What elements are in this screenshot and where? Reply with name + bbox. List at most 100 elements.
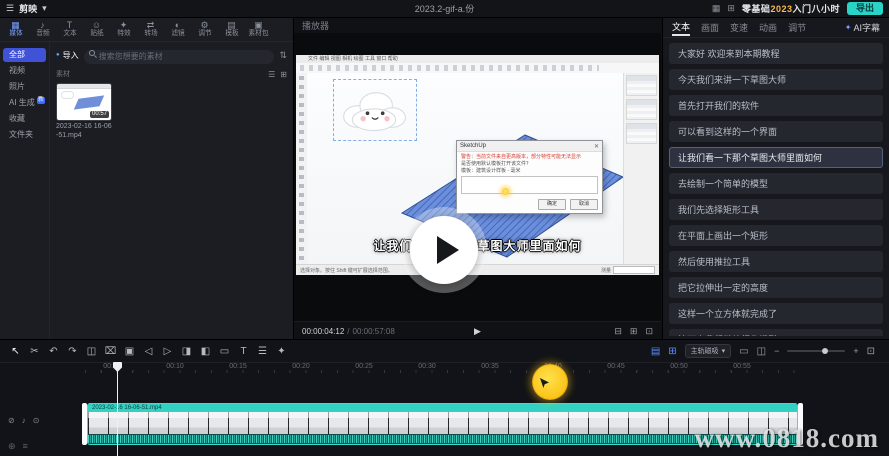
ribbon-item-音频[interactable]: ♪ 音频 — [29, 20, 56, 38]
ribbon-item-特效[interactable]: ✦ 特效 — [110, 20, 137, 38]
caption-row[interactable]: 这样一个立方体就完成了 — [669, 303, 883, 324]
caption-row[interactable]: 接下来我们继续细化模型 — [669, 329, 883, 336]
sidebar-item-视频[interactable]: 视频 — [3, 64, 46, 78]
list-view-icon[interactable]: ☰ — [268, 70, 275, 79]
track-hide-icon[interactable]: ⊘ — [8, 416, 15, 425]
clip-audio-waveform[interactable] — [88, 434, 797, 444]
split-view-icon[interactable]: ◫ — [757, 346, 766, 357]
caption-row[interactable]: 然后使用推拉工具 — [669, 251, 883, 272]
preview-axis-icon[interactable]: ▭ — [739, 346, 748, 357]
play-button[interactable]: ▶ — [474, 326, 481, 337]
fit-timeline-icon[interactable]: ⊡ — [867, 346, 875, 357]
zoom-knob[interactable] — [822, 348, 829, 354]
sidebar-item-收藏[interactable]: 收藏 — [3, 112, 46, 126]
layout-split-icon[interactable]: ⊞ — [727, 3, 735, 14]
caption-row[interactable]: 可以看到这样的一个界面 — [669, 121, 883, 142]
topbar-right: ▦ ⊞ 零基础2023入门八小时 导出 — [712, 2, 883, 15]
tool-mirror[interactable]: ◫ — [82, 346, 101, 357]
tab-画面[interactable]: 画面 — [701, 21, 719, 34]
video-clip[interactable]: 2023-02-16 16-06-51.mp4 — [87, 403, 798, 445]
layout-grid-icon[interactable]: ▦ — [712, 3, 721, 14]
ribbon-label: 文本 — [62, 30, 77, 37]
ribbon-item-文本[interactable]: T 文本 — [56, 20, 83, 38]
ribbon-item-模板[interactable]: ▤ 模板 — [218, 20, 245, 38]
track-lock-icon[interactable]: ⊙ — [33, 416, 40, 425]
dialog-cancel-button[interactable]: 取消 — [570, 199, 598, 210]
properties-tabs: 文本 画面 变速 动画 调节 ✦ AI字幕 — [663, 17, 889, 38]
caption-row[interactable]: 把它拉伸出一定的高度 — [669, 277, 883, 298]
caption-row[interactable]: 首先打开我们的软件 — [669, 95, 883, 116]
quality-icon[interactable]: ⊟ — [614, 326, 622, 337]
tool-undo[interactable]: ↶ — [44, 346, 63, 357]
tool-forward[interactable]: ▷ — [158, 346, 177, 357]
sidebar-item-全部[interactable]: 全部 — [3, 48, 46, 62]
tool-redo[interactable]: ↷ — [63, 346, 82, 357]
caption-row[interactable]: 在平面上画出一个矩形 — [669, 225, 883, 246]
tab-调节[interactable]: 调节 — [788, 21, 806, 34]
caption-row[interactable]: 大家好 欢迎来到本期教程 — [669, 43, 883, 64]
caption-row[interactable]: 我们先选择矩形工具 — [669, 199, 883, 220]
tool-delete[interactable]: ⌧ — [101, 346, 120, 357]
dialog-input-box[interactable] — [461, 176, 598, 194]
caption-row[interactable]: 去绘制一个简单的模型 — [669, 173, 883, 194]
menu-caret-icon[interactable]: ▾ — [42, 3, 47, 14]
sidebar-item-AI 生成[interactable]: AI 生成新 — [3, 96, 46, 110]
tool-crop[interactable]: ◨ — [177, 346, 196, 357]
track-menu-icon[interactable]: ≡ — [23, 441, 28, 452]
tab-import[interactable]: ● 导入 — [56, 50, 79, 61]
clip-filmstrip[interactable] — [88, 412, 797, 434]
media-panel-body: 全部视频照片 AI 生成新收藏文件夹 ●导入 ⇅ 素材 ☰ ⊞ — [0, 42, 293, 340]
sidebar-item-照片[interactable]: 照片 — [3, 80, 46, 94]
sort-icon[interactable]: ⇅ — [279, 50, 287, 61]
tool-speed[interactable]: ▭ — [215, 346, 234, 357]
dialog-ok-button[interactable]: 确定 — [538, 199, 566, 210]
snap-toggle-icon[interactable]: ▤ — [651, 346, 660, 357]
sidebar-item-文件夹[interactable]: 文件夹 — [3, 128, 46, 142]
tool-reverse[interactable]: ◁ — [139, 346, 158, 357]
track-mute-icon[interactable]: ♪ — [22, 416, 26, 425]
timeline-zoom-slider[interactable] — [787, 348, 846, 354]
thumb-plane — [73, 95, 105, 110]
tool-select[interactable]: ↖ — [6, 346, 25, 357]
tab-ai-captions[interactable]: ✦ AI字幕 — [845, 21, 880, 34]
ribbon-item-滤镜[interactable]: ◐ 滤镜 — [164, 20, 191, 38]
zoom-in-button[interactable]: + — [853, 346, 858, 356]
draft-filename[interactable]: 2023.2-gif-a.份 — [415, 2, 475, 15]
ruler[interactable]: 00:0500:1000:1500:2000:2500:3000:3500:40… — [0, 362, 889, 374]
big-play-button[interactable] — [401, 207, 487, 293]
media-card[interactable]: 00:57 2023-02-16 16-06-51.mp4 — [56, 83, 112, 141]
search-input[interactable] — [83, 49, 275, 64]
ratio-icon[interactable]: ⊞ — [630, 326, 638, 337]
clip-trim-handle-left[interactable] — [82, 403, 87, 445]
grid-view-icon[interactable]: ⊞ — [280, 70, 287, 79]
playhead-line[interactable] — [117, 362, 118, 456]
ribbon-item-素材包[interactable]: ▣ 素材包 — [245, 20, 272, 38]
tool-mask[interactable]: ◧ — [196, 346, 215, 357]
sidebar-label: 收藏 — [9, 114, 25, 123]
media-thumbnail[interactable]: 00:57 — [56, 83, 112, 121]
tab-文本[interactable]: 文本 — [672, 18, 691, 36]
hamburger-menu-icon[interactable]: ☰ — [6, 3, 14, 14]
zoom-out-button[interactable]: − — [774, 346, 779, 356]
dialog-close-icon[interactable]: ✕ — [594, 143, 599, 150]
tool-text[interactable]: T — [234, 346, 253, 357]
ribbon-item-贴纸[interactable]: ☺ 贴纸 — [83, 20, 110, 38]
ribbon-item-调节[interactable]: ⚙ 调节 — [191, 20, 218, 38]
tool-effects[interactable]: ✦ — [272, 346, 291, 357]
caption-row[interactable]: 让我们看一下那个草图大师里面如何 — [669, 147, 883, 168]
tool-split[interactable]: ✂ — [25, 346, 44, 357]
caption-row[interactable]: 今天我们来讲一下草图大师 — [669, 69, 883, 90]
文本-icon: T — [66, 20, 73, 30]
tab-动画[interactable]: 动画 — [759, 21, 777, 34]
magnet-dropdown[interactable]: 主轨磁吸 ▾ — [684, 344, 732, 358]
export-button[interactable]: 导出 — [846, 2, 883, 15]
tool-freeze[interactable]: ▣ — [120, 346, 139, 357]
player-stage[interactable]: 文件 编辑 视图 相机 绘图 工具 窗口 帮助 SketchUp ✕ 警告：当前… — [294, 33, 661, 322]
link-toggle-icon[interactable]: ⊞ — [668, 346, 676, 357]
ribbon-item-转场[interactable]: ⇄ 转场 — [137, 20, 164, 38]
add-track-icon[interactable]: ⊕ — [8, 441, 16, 452]
tab-变速[interactable]: 变速 — [730, 21, 748, 34]
fullscreen-icon[interactable]: ⊡ — [645, 326, 653, 337]
ribbon-item-媒体[interactable]: ▦ 媒体 — [2, 20, 29, 38]
tool-tracks[interactable]: ☰ — [253, 346, 272, 357]
